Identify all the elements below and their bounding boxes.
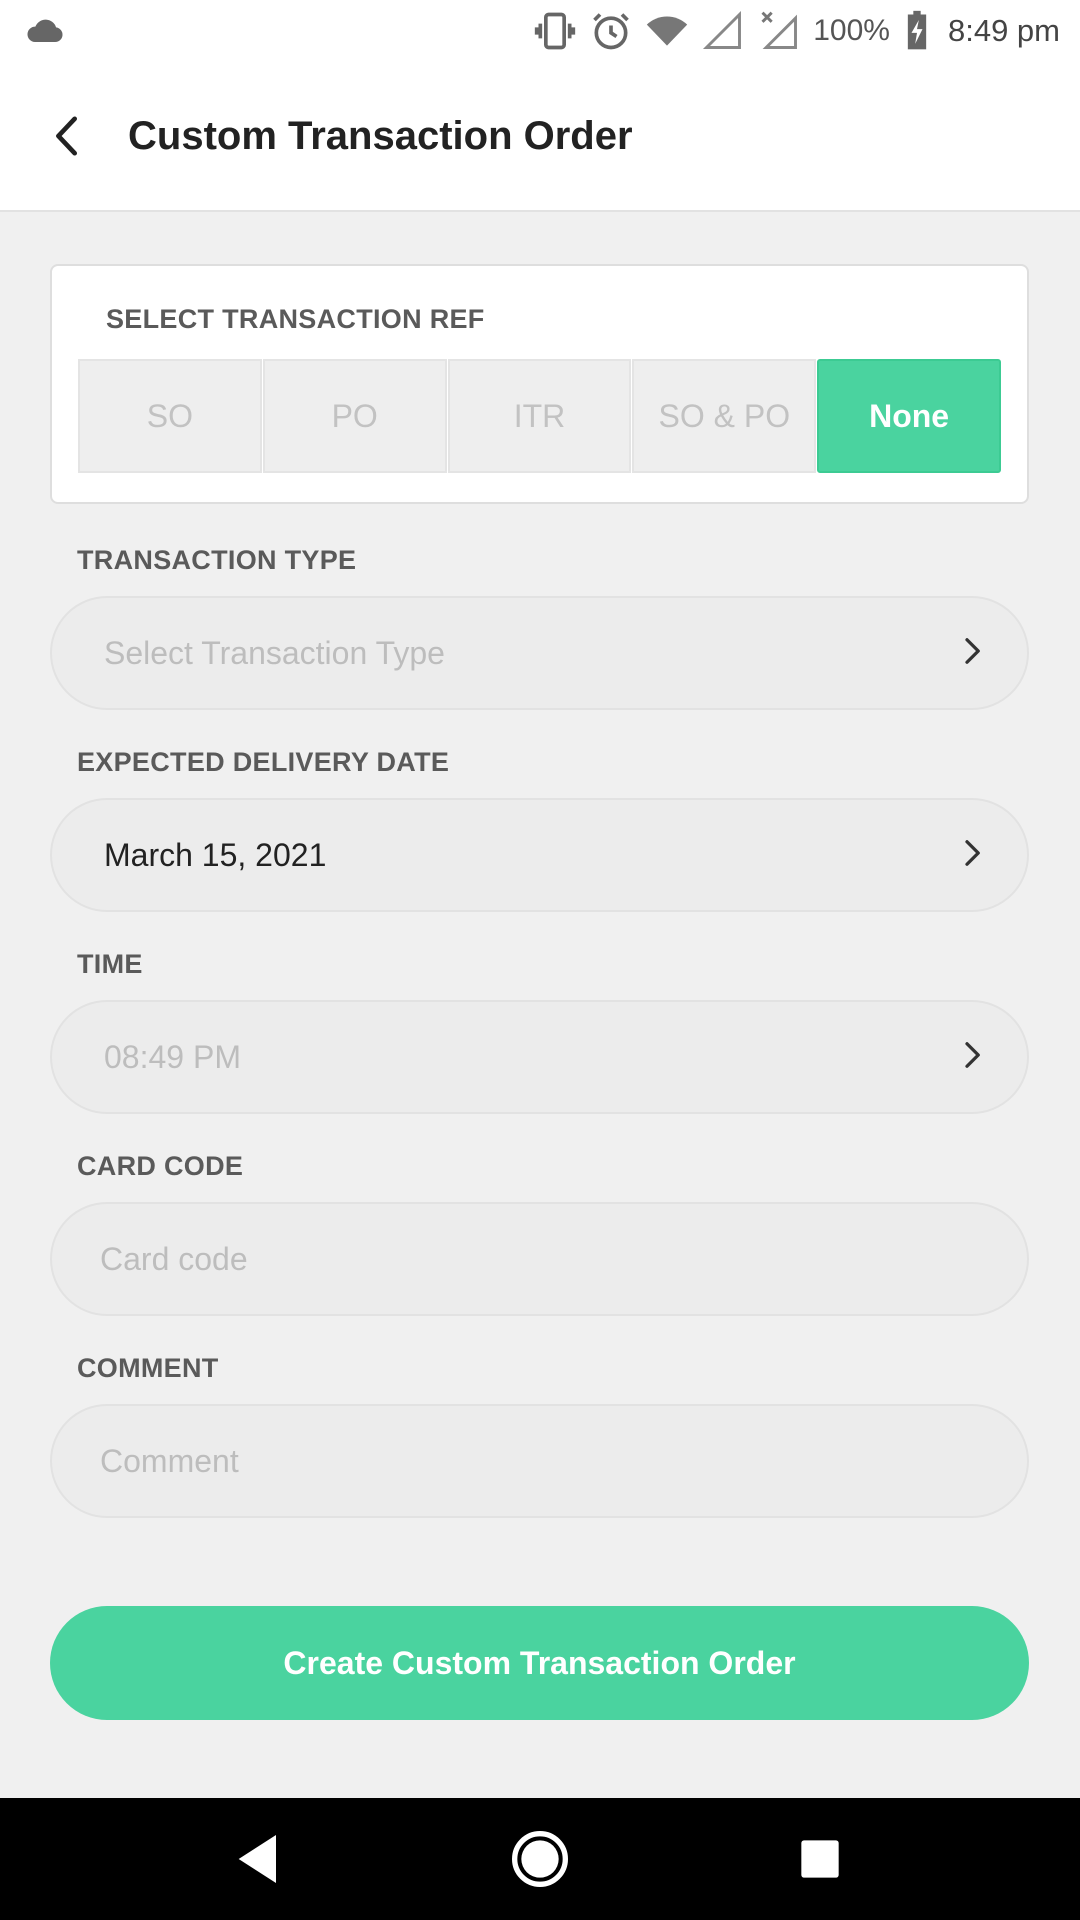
nav-recents-icon bbox=[801, 1840, 839, 1878]
comment-label: COMMENT bbox=[77, 1353, 219, 1383]
status-bar: 100% 8:49 pm bbox=[0, 0, 1080, 62]
status-time: 8:49 pm bbox=[947, 13, 1060, 48]
battery-percent: 100% bbox=[813, 14, 890, 47]
transaction-ref-title: SELECT TRANSACTION REF bbox=[106, 304, 485, 334]
transaction-ref-segmented-control: SO PO ITR SO & PO None bbox=[78, 359, 1001, 473]
chevron-left-icon bbox=[56, 116, 78, 156]
time-value: 08:49 PM bbox=[104, 1038, 241, 1075]
transaction-ref-card: SELECT TRANSACTION REF SO PO ITR SO & PO… bbox=[50, 264, 1029, 504]
chevron-right-icon bbox=[957, 1040, 987, 1075]
nav-recents-button[interactable] bbox=[780, 1819, 860, 1899]
cloud-icon bbox=[24, 9, 68, 53]
form: SELECT TRANSACTION REF SO PO ITR SO & PO… bbox=[50, 264, 1029, 1518]
ref-option-po[interactable]: PO bbox=[262, 359, 447, 473]
time-label: TIME bbox=[77, 949, 143, 979]
delivery-date-picker[interactable]: March 15, 2021 bbox=[50, 798, 1029, 912]
vibrate-icon bbox=[533, 9, 577, 53]
signal-off-icon bbox=[757, 9, 801, 53]
delivery-date-value: March 15, 2021 bbox=[104, 836, 327, 873]
wifi-icon bbox=[645, 9, 689, 53]
battery-charging-icon bbox=[902, 9, 932, 53]
delivery-date-label: EXPECTED DELIVERY DATE bbox=[77, 747, 450, 777]
create-order-button[interactable]: Create Custom Transaction Order bbox=[50, 1606, 1029, 1720]
chevron-right-icon bbox=[957, 636, 987, 671]
card-code-placeholder: Card code bbox=[100, 1240, 248, 1277]
comment-placeholder: Comment bbox=[100, 1442, 239, 1479]
transaction-type-label: TRANSACTION TYPE bbox=[77, 545, 357, 575]
nav-back-button[interactable] bbox=[220, 1819, 300, 1899]
time-picker[interactable]: 08:49 PM bbox=[50, 1000, 1029, 1114]
ref-option-none[interactable]: None bbox=[817, 359, 1001, 473]
nav-home-icon bbox=[512, 1831, 568, 1887]
ref-option-so-po[interactable]: SO & PO bbox=[632, 359, 817, 473]
alarm-icon bbox=[589, 9, 633, 53]
transaction-type-select[interactable]: Select Transaction Type bbox=[50, 596, 1029, 710]
comment-field[interactable]: Comment bbox=[50, 1404, 1029, 1518]
card-code-field[interactable]: Card code bbox=[50, 1202, 1029, 1316]
ref-option-itr[interactable]: ITR bbox=[447, 359, 632, 473]
card-code-label: CARD CODE bbox=[77, 1151, 244, 1181]
nav-home-button[interactable] bbox=[500, 1819, 580, 1899]
page-title: Custom Transaction Order bbox=[128, 113, 633, 158]
ref-option-so[interactable]: SO bbox=[78, 359, 262, 473]
back-button[interactable] bbox=[28, 96, 108, 176]
transaction-type-placeholder: Select Transaction Type bbox=[104, 634, 445, 671]
signal-icon bbox=[701, 9, 745, 53]
chevron-right-icon bbox=[957, 838, 987, 873]
nav-back-icon bbox=[238, 1835, 276, 1883]
app-bar: Custom Transaction Order bbox=[0, 62, 1080, 212]
navigation-bar bbox=[0, 1798, 1080, 1920]
